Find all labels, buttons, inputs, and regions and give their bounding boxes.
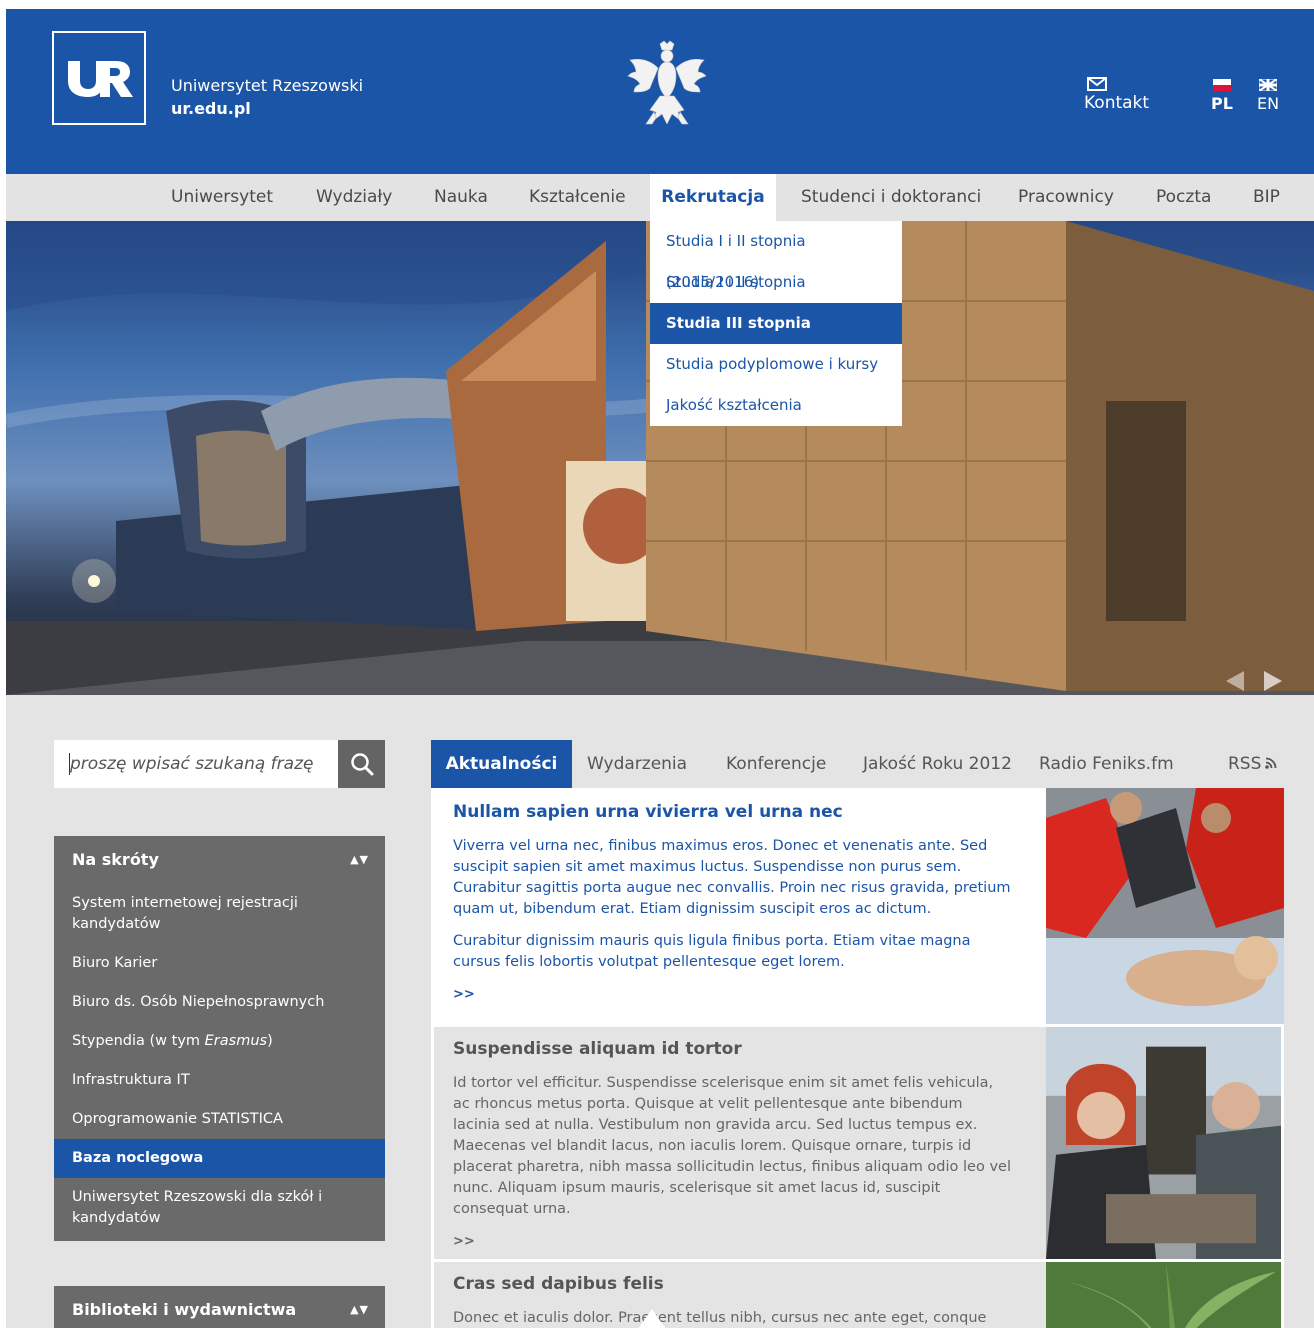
tab-wydarzenia[interactable]: Wydarzenia (587, 740, 687, 788)
language-pl-button[interactable]: PL (1211, 79, 1233, 113)
envelope-icon (1087, 77, 1107, 91)
shortcut-label-suffix: ) (267, 1033, 273, 1049)
nav-item-uniwersytet[interactable]: Uniwersytet (171, 174, 273, 221)
slider-prev-arrow-icon[interactable] (1226, 671, 1244, 691)
contact-link[interactable]: Kontakt (1084, 77, 1164, 113)
main-navigation: Uniwersytet Wydziały Nauka Kształcenie R… (6, 174, 1314, 221)
nav-item-nauka[interactable]: Nauka (434, 174, 488, 221)
read-more-link[interactable]: >> (453, 1234, 1013, 1249)
shortcut-item[interactable]: System internetowej rejestracji kandydat… (54, 884, 385, 944)
page: Uniwersytet Rzeszowski ur.edu.pl Kontakt (6, 9, 1314, 1328)
shortcut-item-active[interactable]: Baza noclegowa (54, 1139, 385, 1178)
dropdown-item-studia-i-ii[interactable]: Studia I i II stopnia (650, 262, 902, 303)
nav-item-bip[interactable]: BIP (1253, 174, 1280, 221)
shortcut-item[interactable]: Biuro Karier (54, 944, 385, 983)
uk-flag-icon (1259, 79, 1278, 91)
polish-flag-icon (1212, 79, 1231, 91)
shortcuts-panel-header[interactable]: Na skróty ▲▼ (54, 836, 385, 884)
news-content: Cras sed dapibus felis Donec et iaculis … (453, 1274, 1013, 1328)
news-paragraph: Id tortor vel efficitur. Suspendisse sce… (453, 1075, 1011, 1217)
ur-logo-icon (68, 61, 133, 97)
news-title[interactable]: Cras sed dapibus felis (453, 1274, 1013, 1294)
news-image[interactable] (1046, 1027, 1284, 1259)
university-name: Uniwersytet Rzeszowski (171, 76, 364, 95)
nav-item-studenci[interactable]: Studenci i doktoranci (801, 174, 981, 221)
shortcut-item[interactable]: Biuro ds. Osób Niepełnosprawnych (54, 983, 385, 1022)
search-input[interactable] (54, 740, 338, 788)
language-pl-label: PL (1211, 94, 1233, 113)
news-paragraph: Viverra vel urna nec, finibus maximus er… (453, 838, 1011, 917)
search-form (54, 740, 385, 788)
news-paragraph: Donec et iaculis dolor. Praesent tellus … (453, 1310, 987, 1326)
nav-item-poczta[interactable]: Poczta (1156, 174, 1211, 221)
libraries-panel-header[interactable]: Biblioteki i wydawnictwa ▲▼ (54, 1286, 385, 1328)
tab-rss[interactable]: RSS (1228, 740, 1277, 788)
search-button[interactable] (338, 740, 385, 788)
rss-label: RSS (1228, 754, 1262, 774)
dropdown-item-studia-i-ii-2015[interactable]: Studia I i II stopnia (2015/2016) (650, 221, 902, 291)
dropdown-item-podyplomowe[interactable]: Studia podyplomowe i kursy (650, 344, 902, 385)
shortcut-item-stypendia[interactable]: Stypendia (w tym Erasmus) (54, 1022, 385, 1061)
news-item: Cras sed dapibus felis Donec et iaculis … (431, 1259, 1284, 1328)
language-en-button[interactable]: EN (1257, 79, 1279, 113)
search-icon (351, 753, 374, 776)
shortcut-item[interactable]: Oprogramowanie STATISTICA (54, 1100, 385, 1139)
polish-eagle-emblem-icon (627, 40, 707, 125)
text-caret (69, 753, 70, 775)
collapse-toggle-icon[interactable]: ▲▼ (350, 836, 369, 884)
site-header: Uniwersytet Rzeszowski ur.edu.pl Kontakt (6, 9, 1314, 174)
tab-konferencje[interactable]: Konferencje (726, 740, 826, 788)
news-title[interactable]: Suspendisse aliquam id tortor (453, 1039, 1013, 1059)
university-url[interactable]: ur.edu.pl (171, 98, 251, 120)
news-paragraph: Curabitur dignissim mauris quis ligula f… (453, 933, 971, 970)
news-tabs: Aktualności Wydarzenia Konferencje Jakoś… (431, 740, 1284, 788)
university-logo[interactable] (52, 31, 146, 125)
rss-icon (1265, 757, 1277, 769)
contact-label: Kontakt (1084, 93, 1150, 113)
rekrutacja-dropdown-menu: Studia I i II stopnia (2015/2016) Studia… (650, 221, 902, 426)
shortcut-item[interactable]: Infrastruktura IT (54, 1061, 385, 1100)
shortcuts-panel: Na skróty ▲▼ System internetowej rejestr… (54, 836, 385, 1241)
language-en-label: EN (1257, 94, 1280, 113)
news-item: Suspendisse aliquam id tortor Id tortor … (431, 1024, 1284, 1259)
news-title[interactable]: Nullam sapien urna vivierra vel urna nec (453, 802, 1013, 822)
libraries-panel-title: Biblioteki i wydawnictwa (72, 1300, 297, 1319)
tab-aktualnosci[interactable]: Aktualności (431, 740, 572, 788)
scroll-to-top-icon[interactable] (638, 1309, 666, 1328)
tab-jakosc-roku[interactable]: Jakość Roku 2012 (863, 740, 1012, 788)
collapse-toggle-icon[interactable]: ▲▼ (350, 1286, 369, 1328)
dropdown-item-jakosc[interactable]: Jakość kształcenia (650, 385, 902, 426)
shortcut-label-emphasis: Erasmus (204, 1033, 268, 1049)
news-content: Suspendisse aliquam id tortor Id tortor … (453, 1039, 1013, 1249)
news-image[interactable] (1046, 788, 1284, 1024)
tab-radio-feniks[interactable]: Radio Feniks.fm (1039, 740, 1174, 788)
libraries-panel: Biblioteki i wydawnictwa ▲▼ (54, 1286, 385, 1328)
shortcuts-panel-title: Na skróty (72, 850, 159, 869)
nav-item-wydzialy[interactable]: Wydziały (316, 174, 392, 221)
nav-item-ksztalcenie[interactable]: Kształcenie (529, 174, 626, 221)
shortcut-item[interactable]: Uniwersytet Rzeszowski dla szkół i kandy… (54, 1178, 385, 1241)
nav-item-rekrutacja[interactable]: Rekrutacja (650, 174, 776, 221)
news-content: Nullam sapien urna vivierra vel urna nec… (453, 802, 1013, 1002)
shortcut-label-prefix: Stypendia (w tym (72, 1033, 205, 1049)
slider-next-arrow-icon[interactable] (1264, 671, 1282, 691)
nav-item-pracownicy[interactable]: Pracownicy (1018, 174, 1114, 221)
news-image[interactable] (1046, 1262, 1284, 1328)
news-item: Nullam sapien urna vivierra vel urna nec… (431, 788, 1284, 1024)
read-more-link[interactable]: >> (453, 987, 1013, 1002)
dropdown-item-studia-iii[interactable]: Studia III stopnia (650, 303, 902, 344)
